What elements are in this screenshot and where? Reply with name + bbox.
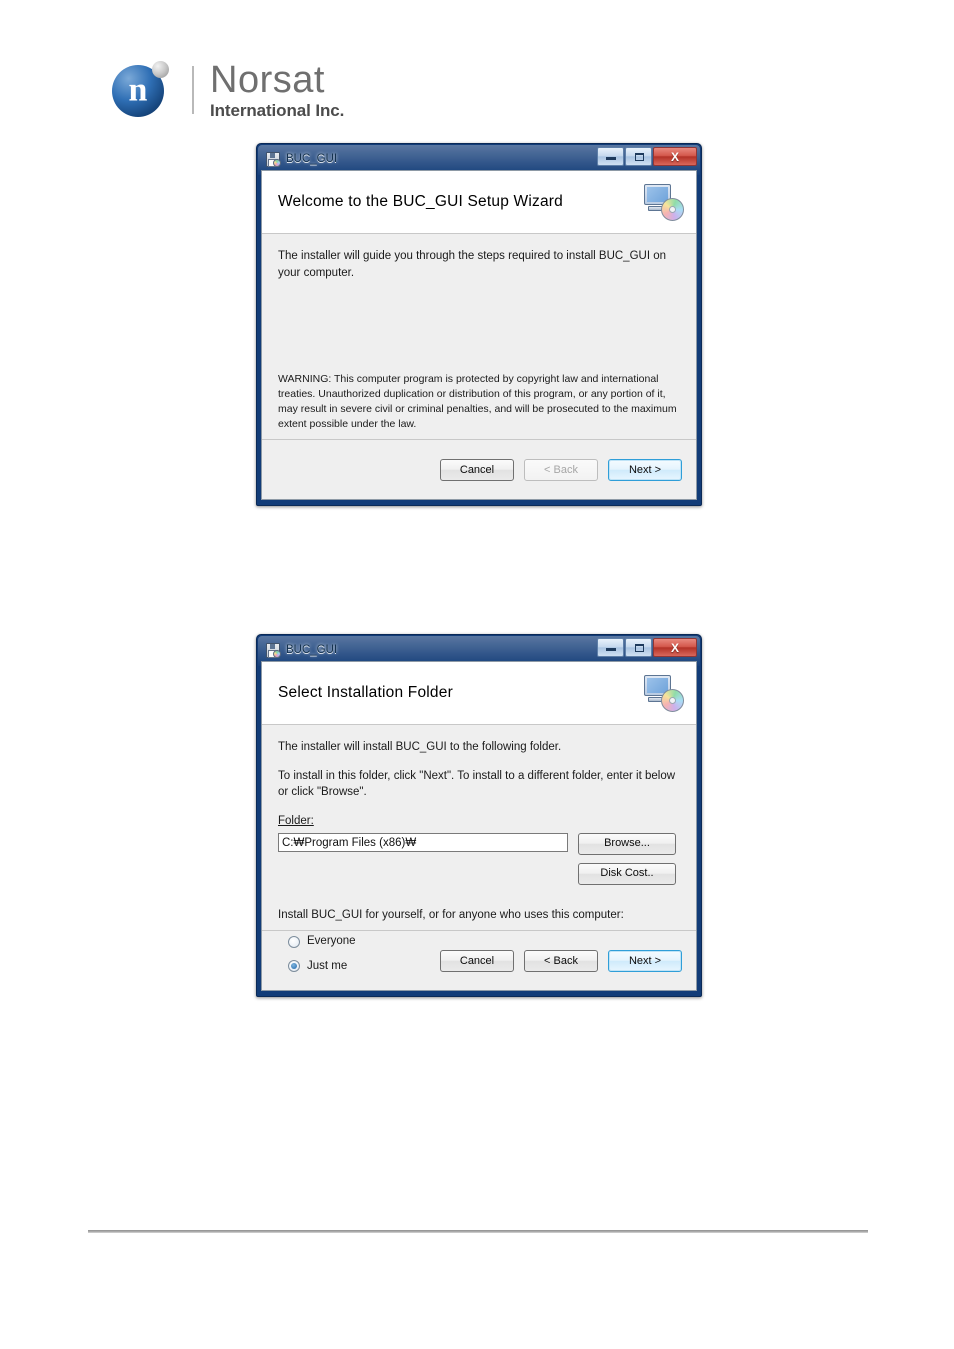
setup-monitor-cd-icon	[644, 183, 684, 221]
folder-label: Folder:	[278, 815, 314, 828]
maximize-icon	[635, 644, 644, 652]
wizard-footer: Cancel < Back Next >	[262, 439, 696, 499]
title-bar[interactable]: BUC_GUI X	[261, 638, 697, 661]
installer-package-icon	[265, 151, 281, 167]
install-instructions-text: To install in this folder, click "Next".…	[278, 769, 676, 799]
setup-monitor-cd-icon	[644, 674, 684, 712]
minimize-icon	[606, 648, 616, 651]
minimize-button[interactable]	[597, 638, 624, 657]
norsat-logo: Norsat International Inc.	[112, 58, 344, 122]
caption-buttons: X	[596, 147, 697, 166]
wizard-body: The installer will guide you through the…	[262, 234, 696, 440]
setup-wizard-window-welcome: BUC_GUI X Welcome to the BUC_GUI Setup W…	[256, 143, 702, 506]
next-button[interactable]: Next >	[608, 458, 682, 481]
installer-package-icon	[265, 642, 281, 658]
close-button[interactable]: X	[653, 638, 697, 657]
maximize-icon	[635, 153, 644, 161]
window-title: BUC_GUI	[286, 153, 338, 165]
close-button[interactable]: X	[653, 147, 697, 166]
dialog-client-area: Welcome to the BUC_GUI Setup Wizard The …	[261, 170, 697, 500]
disk-cost-button[interactable]: Disk Cost..	[578, 862, 676, 885]
caption-buttons: X	[596, 638, 697, 657]
wizard-header: Select Installation Folder	[262, 662, 696, 725]
minimize-icon	[606, 157, 616, 160]
browse-button[interactable]: Browse...	[578, 832, 676, 855]
logo-dot-icon	[152, 61, 169, 78]
folder-side-buttons: Browse... Disk Cost..	[578, 832, 676, 885]
norsat-wordmark: Norsat International Inc.	[210, 61, 344, 119]
folder-row: C:₩Program Files (x86)₩ Browse... Disk C…	[278, 832, 680, 885]
maximize-button[interactable]	[625, 147, 652, 166]
minimize-button[interactable]	[597, 147, 624, 166]
dialog-client-area: Select Installation Folder The installer…	[261, 661, 697, 991]
page-title: Welcome to the BUC_GUI Setup Wizard	[278, 193, 563, 210]
intro-text: The installer will guide you through the…	[278, 250, 667, 279]
cancel-button[interactable]: Cancel	[440, 458, 514, 481]
wizard-header: Welcome to the BUC_GUI Setup Wizard	[262, 171, 696, 234]
wizard-body: The installer will install BUC_GUI to th…	[262, 725, 696, 973]
install-scope-text: Install BUC_GUI for yourself, or for any…	[278, 908, 624, 921]
page-footer-rule	[88, 1230, 868, 1233]
folder-input[interactable]: C:₩Program Files (x86)₩	[278, 832, 568, 852]
page-title: Select Installation Folder	[278, 684, 453, 701]
brand-name: Norsat	[210, 59, 325, 101]
cancel-button[interactable]: Cancel	[440, 949, 514, 972]
install-target-text: The installer will install BUC_GUI to th…	[278, 741, 562, 753]
copyright-warning-text: WARNING: This computer program is protec…	[278, 373, 677, 431]
logo-divider	[192, 66, 194, 114]
close-icon: X	[670, 640, 679, 655]
title-bar[interactable]: BUC_GUI X	[261, 147, 697, 170]
back-button: < Back	[524, 458, 598, 481]
maximize-button[interactable]	[625, 638, 652, 657]
close-icon: X	[670, 149, 679, 164]
brand-subtitle: International Inc.	[210, 101, 345, 120]
wizard-footer: Cancel < Back Next >	[262, 930, 696, 990]
window-title: BUC_GUI	[286, 644, 338, 656]
setup-wizard-window-select-folder: BUC_GUI X Select Installation Folder The…	[256, 634, 702, 997]
norsat-logo-mark	[112, 61, 170, 119]
back-button[interactable]: < Back	[524, 949, 598, 972]
next-button[interactable]: Next >	[608, 949, 682, 972]
